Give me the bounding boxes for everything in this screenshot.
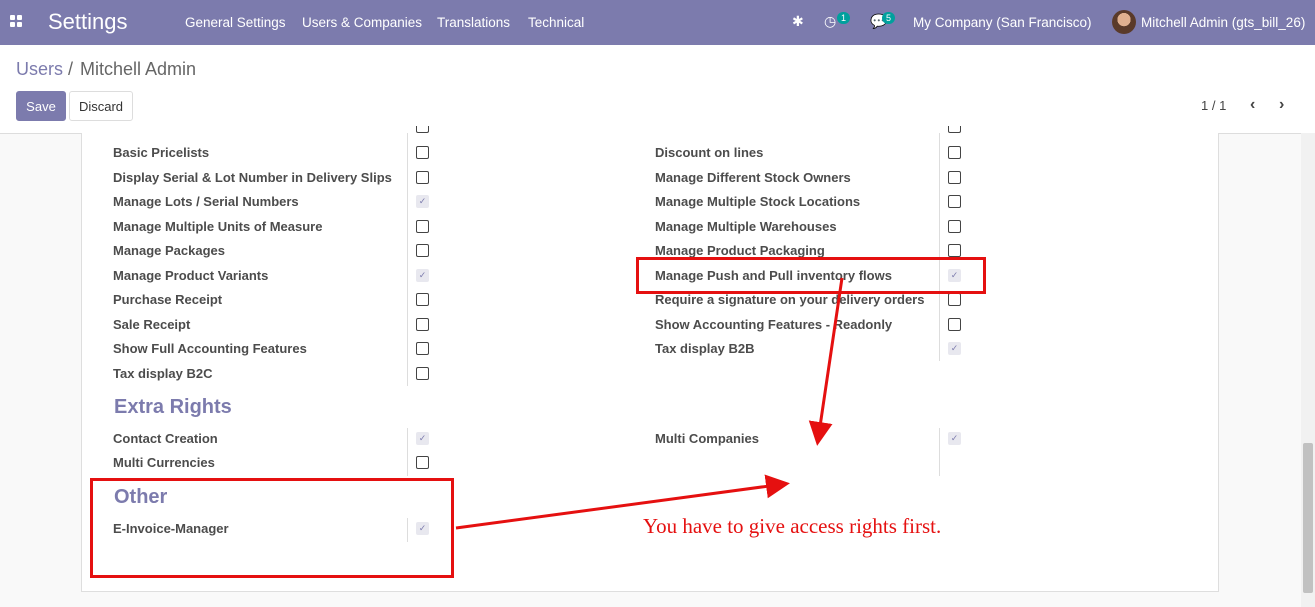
annotation-note: You have to give access rights first.: [643, 514, 942, 538]
arrow-down: [808, 277, 844, 446]
